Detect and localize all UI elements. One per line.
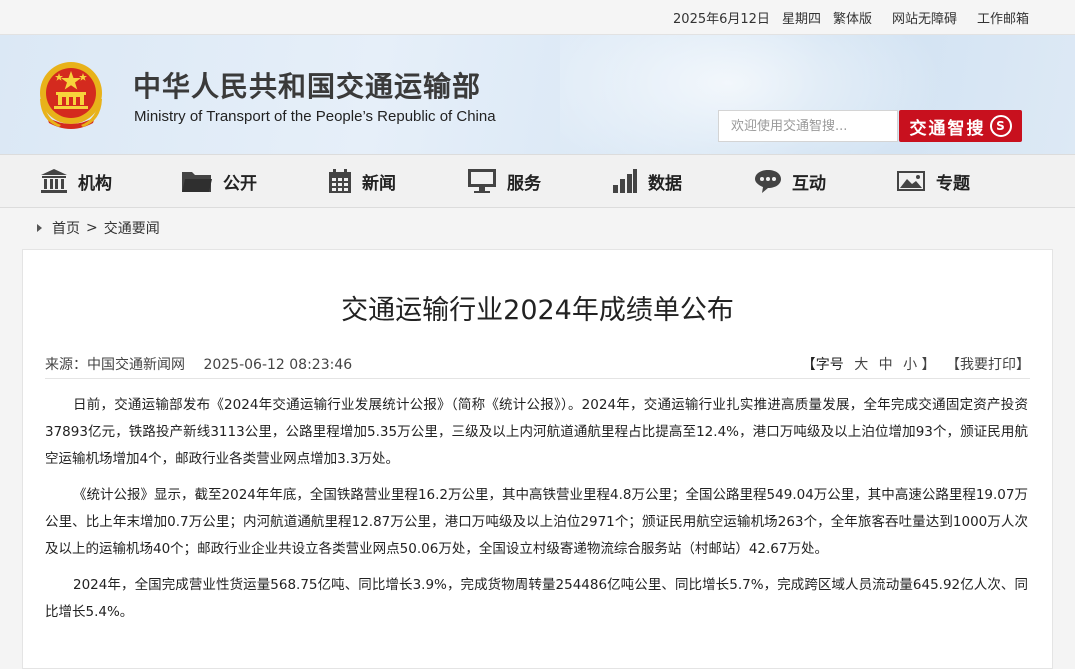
font-size-small-button[interactable]: 小 <box>903 357 917 373</box>
nav-label: 数据 <box>648 173 682 194</box>
nav-item-institution[interactable]: 机构 <box>40 155 112 207</box>
site-subtitle-english: Ministry of Transport of the People’s Re… <box>134 108 496 125</box>
nav-label: 公开 <box>223 173 257 194</box>
article-container: 交通运输行业2024年成绩单公布 来源：中国交通新闻网 2025-06-12 0… <box>22 249 1053 669</box>
nav-item-public[interactable]: 公开 <box>181 155 257 207</box>
nav-item-data[interactable]: 数据 <box>612 155 682 207</box>
article-source: 来源：中国交通新闻网 <box>45 357 185 373</box>
search-input[interactable] <box>718 110 898 142</box>
current-weekday: 星期四 <box>781 11 821 27</box>
top-utility-bar: 2025年6月12日 星期四 繁体版 网站无障碍 工作邮箱 <box>0 0 1075 35</box>
nav-item-topics[interactable]: 专题 <box>896 155 970 207</box>
font-size-medium-button[interactable]: 中 <box>879 357 893 373</box>
article-paragraph: 2024年，全国完成营业性货运量568.75亿吨、同比增长3.9%，完成货物周转… <box>45 577 1028 620</box>
folder-icon <box>182 172 212 192</box>
article-title: 交通运输行业2024年成绩单公布 <box>341 295 734 326</box>
nav-item-service[interactable]: 服务 <box>467 155 541 207</box>
breadcrumb-home-link[interactable]: 首页 <box>52 218 80 238</box>
nav-label: 机构 <box>78 173 112 194</box>
font-size-close-bracket: 】 <box>921 357 936 373</box>
font-size-label: 【字号 <box>801 357 844 373</box>
monitor-icon <box>468 169 496 193</box>
search-button-label: 交通智搜 <box>909 118 986 139</box>
nav-item-news[interactable]: 新闻 <box>328 155 396 207</box>
picture-icon <box>897 171 925 191</box>
article-meta: 来源：中国交通新闻网 2025-06-12 08:23:46 【字号 大 中 小… <box>45 354 1030 374</box>
national-emblem-icon[interactable] <box>37 59 105 131</box>
current-date: 2025年6月12日 <box>673 11 770 27</box>
search-logo-icon: S <box>989 115 1012 137</box>
article-datetime: 2025-06-12 08:23:46 <box>203 357 353 373</box>
traditional-chinese-link[interactable]: 繁体版 <box>833 8 872 27</box>
breadcrumb-arrow-icon <box>37 224 42 232</box>
bar-chart-icon <box>613 169 637 193</box>
nav-label: 服务 <box>507 173 541 194</box>
site-header: 中华人民共和国交通运输部 Ministry of Transport of th… <box>0 35 1075 154</box>
calendar-icon <box>329 169 351 193</box>
nav-item-interaction[interactable]: 互动 <box>754 155 826 207</box>
chat-icon <box>755 170 781 193</box>
work-mail-link[interactable]: 工作邮箱 <box>977 8 1029 27</box>
institution-icon <box>41 169 67 193</box>
accessibility-link[interactable]: 网站无障碍 <box>892 8 957 27</box>
font-size-large-button[interactable]: 大 <box>854 357 868 373</box>
breadcrumb-current-link[interactable]: 交通要闻 <box>104 218 160 238</box>
print-button[interactable]: 【我要打印】 <box>946 357 1030 373</box>
site-title[interactable]: 中华人民共和国交通运输部 <box>133 65 481 105</box>
nav-label: 专题 <box>936 173 970 194</box>
article-paragraph: 日前，交通运输部发布《2024年交通运输行业发展统计公报》（简称《统计公报》）。… <box>45 397 1028 467</box>
nav-label: 互动 <box>792 173 826 194</box>
search-button[interactable]: 交通智搜 S <box>899 110 1022 142</box>
nav-label: 新闻 <box>362 173 396 194</box>
breadcrumb: 首页 > 交通要闻 <box>37 218 160 238</box>
article-body: 日前，交通运输部发布《2024年交通运输行业发展统计公报》（简称《统计公报》）。… <box>45 392 1028 635</box>
main-navigation: 机构 公开 新闻 服务 数据 互动 专题 <box>0 154 1075 208</box>
breadcrumb-separator: > <box>86 220 98 236</box>
meta-divider <box>45 378 1030 379</box>
article-paragraph: 《统计公报》显示，截至2024年年底，全国铁路营业里程16.2万公里，其中高铁营… <box>45 487 1028 557</box>
